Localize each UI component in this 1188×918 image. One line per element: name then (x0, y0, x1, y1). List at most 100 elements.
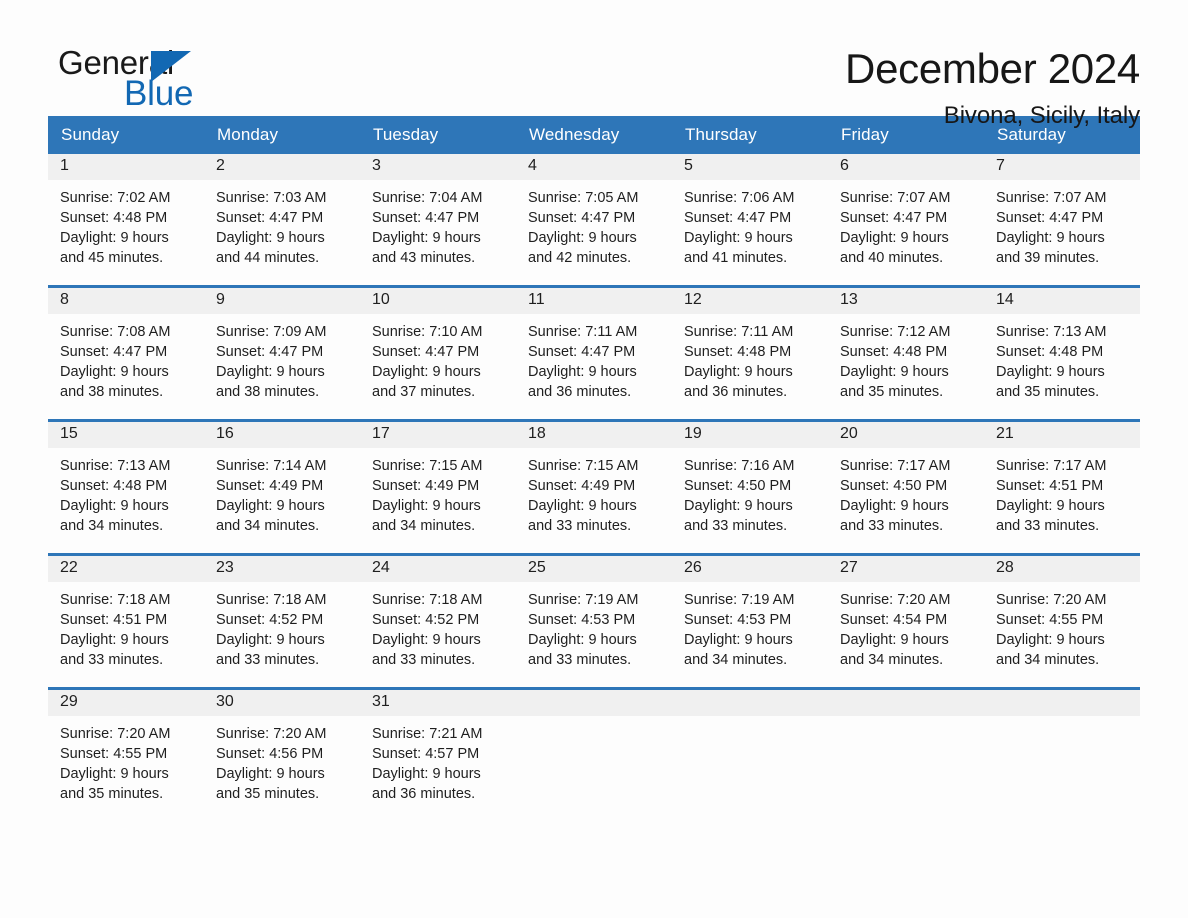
sunset-time: Sunset: 4:47 PM (60, 344, 168, 360)
sunrise-time: Sunrise: 7:19 AM (684, 592, 795, 608)
day-cell-inner: 25 Sunrise: 7:19 AM Sunset: 4:53 PM Dayligh… (516, 556, 672, 687)
calendar-day-cell[interactable]: 14 Sunrise: 7:13 AM Sunset: 4:48 PM Dayligh… (984, 285, 1140, 421)
daylight-duration-line1: Daylight: 9 hours (216, 632, 325, 648)
daylight-duration-line1: Daylight: 9 hours (216, 364, 325, 380)
daylight-duration-line1: Daylight: 9 hours (216, 766, 325, 782)
daylight-duration-line1: Daylight: 9 hours (372, 766, 481, 782)
sunrise-time: Sunrise: 7:07 AM (996, 190, 1107, 206)
calendar-day-cell[interactable]: 26 Sunrise: 7:19 AM Sunset: 4:53 PM Dayligh… (672, 553, 828, 689)
daylight-duration-line1: Daylight: 9 hours (996, 632, 1105, 648)
calendar-day-cell[interactable]: 18 Sunrise: 7:15 AM Sunset: 4:49 PM Dayligh… (516, 419, 672, 555)
sunset-time: Sunset: 4:47 PM (840, 210, 948, 226)
calendar-day-cell[interactable]: 10 Sunrise: 7:10 AM Sunset: 4:47 PM Dayligh… (360, 285, 516, 421)
calendar-day-cell[interactable]: 19 Sunrise: 7:16 AM Sunset: 4:50 PM Dayligh… (672, 419, 828, 555)
sunset-time: Sunset: 4:56 PM (216, 746, 324, 762)
calendar-week-row: 29 Sunrise: 7:20 AM Sunset: 4:55 PM Dayligh… (48, 687, 1140, 821)
sunset-time: Sunset: 4:52 PM (372, 612, 480, 628)
day-cell-details: Sunrise: 7:03 AM Sunset: 4:47 PM Daylight:… (204, 180, 360, 268)
calendar-day-cell[interactable]: 1 Sunrise: 7:02 AM Sunset: 4:48 PM Daylight… (48, 154, 204, 287)
calendar-day-cell[interactable]: 3 Sunrise: 7:04 AM Sunset: 4:47 PM Daylight… (360, 154, 516, 287)
calendar-day-cell[interactable]: 27 Sunrise: 7:20 AM Sunset: 4:54 PM Dayligh… (828, 553, 984, 689)
day-cell-details: Sunrise: 7:07 AM Sunset: 4:47 PM Daylight:… (984, 180, 1140, 268)
day-cell-details (516, 716, 672, 724)
daylight-duration-line2: and 33 minutes. (996, 518, 1100, 534)
daylight-duration-line2: and 33 minutes. (372, 652, 476, 668)
day-cell-inner: 7 Sunrise: 7:07 AM Sunset: 4:47 PM Daylight… (984, 154, 1140, 285)
day-cell-inner: 8 Sunrise: 7:08 AM Sunset: 4:47 PM Daylight… (48, 288, 204, 419)
calendar-day-cell[interactable]: 6 Sunrise: 7:07 AM Sunset: 4:47 PM Daylight… (828, 154, 984, 287)
calendar-day-cell[interactable]: 7 Sunrise: 7:07 AM Sunset: 4:47 PM Daylight… (984, 154, 1140, 287)
day-cell-details: Sunrise: 7:14 AM Sunset: 4:49 PM Daylight:… (204, 448, 360, 536)
calendar-day-cell[interactable]: 4 Sunrise: 7:05 AM Sunset: 4:47 PM Daylight… (516, 154, 672, 287)
sunset-time: Sunset: 4:51 PM (60, 612, 168, 628)
calendar-day-cell[interactable]: 11 Sunrise: 7:11 AM Sunset: 4:47 PM Dayligh… (516, 285, 672, 421)
calendar-day-cell[interactable]: 16 Sunrise: 7:14 AM Sunset: 4:49 PM Dayligh… (204, 419, 360, 555)
day-number: 5 (672, 154, 828, 180)
day-cell-inner: 2 Sunrise: 7:03 AM Sunset: 4:47 PM Daylight… (204, 154, 360, 285)
daylight-duration-line2: and 34 minutes. (684, 652, 788, 668)
sunrise-time: Sunrise: 7:11 AM (684, 324, 794, 340)
sunrise-time: Sunrise: 7:13 AM (996, 324, 1107, 340)
day-number: 7 (984, 154, 1140, 180)
daylight-duration-line2: and 43 minutes. (372, 250, 476, 266)
day-cell-inner: 24 Sunrise: 7:18 AM Sunset: 4:52 PM Dayligh… (360, 556, 516, 687)
day-cell-details: Sunrise: 7:19 AM Sunset: 4:53 PM Daylight:… (516, 582, 672, 670)
calendar-day-cell[interactable]: 2 Sunrise: 7:03 AM Sunset: 4:47 PM Daylight… (204, 154, 360, 287)
daylight-duration-line1: Daylight: 9 hours (216, 498, 325, 514)
daylight-duration-line1: Daylight: 9 hours (216, 230, 325, 246)
calendar-week-row: 22 Sunrise: 7:18 AM Sunset: 4:51 PM Dayligh… (48, 553, 1140, 689)
sunrise-time: Sunrise: 7:18 AM (216, 592, 327, 608)
calendar-day-cell[interactable]: 21 Sunrise: 7:17 AM Sunset: 4:51 PM Dayligh… (984, 419, 1140, 555)
daylight-duration-line2: and 36 minutes. (684, 384, 788, 400)
sunrise-time: Sunrise: 7:20 AM (216, 726, 327, 742)
calendar-day-cell[interactable]: 22 Sunrise: 7:18 AM Sunset: 4:51 PM Dayligh… (48, 553, 204, 689)
sunrise-time: Sunrise: 7:18 AM (60, 592, 171, 608)
daylight-duration-line2: and 33 minutes. (684, 518, 788, 534)
day-cell-details: Sunrise: 7:12 AM Sunset: 4:48 PM Daylight:… (828, 314, 984, 402)
day-number: 14 (984, 288, 1140, 314)
calendar-day-cell[interactable]: 23 Sunrise: 7:18 AM Sunset: 4:52 PM Dayligh… (204, 553, 360, 689)
day-cell-details: Sunrise: 7:18 AM Sunset: 4:51 PM Daylight:… (48, 582, 204, 670)
calendar-day-cell[interactable]: 8 Sunrise: 7:08 AM Sunset: 4:47 PM Daylight… (48, 285, 204, 421)
sunset-time: Sunset: 4:57 PM (372, 746, 480, 762)
sunrise-time: Sunrise: 7:11 AM (528, 324, 638, 340)
calendar-day-cell[interactable]: 9 Sunrise: 7:09 AM Sunset: 4:47 PM Daylight… (204, 285, 360, 421)
calendar-day-cell[interactable]: 13 Sunrise: 7:12 AM Sunset: 4:48 PM Dayligh… (828, 285, 984, 421)
day-cell-inner: 21 Sunrise: 7:17 AM Sunset: 4:51 PM Dayligh… (984, 422, 1140, 553)
calendar-day-cell[interactable]: 30 Sunrise: 7:20 AM Sunset: 4:56 PM Dayligh… (204, 687, 360, 821)
sunset-time: Sunset: 4:48 PM (840, 344, 948, 360)
calendar-day-cell[interactable]: 5 Sunrise: 7:06 AM Sunset: 4:47 PM Daylight… (672, 154, 828, 287)
daylight-duration-line1: Daylight: 9 hours (528, 230, 637, 246)
calendar-day-cell[interactable]: 12 Sunrise: 7:11 AM Sunset: 4:48 PM Dayligh… (672, 285, 828, 421)
calendar-day-cell[interactable]: 28 Sunrise: 7:20 AM Sunset: 4:55 PM Dayligh… (984, 553, 1140, 689)
daylight-duration-line2: and 40 minutes. (840, 250, 944, 266)
calendar-day-cell[interactable]: 20 Sunrise: 7:17 AM Sunset: 4:50 PM Dayligh… (828, 419, 984, 555)
weekday-header-thursday: Thursday (672, 116, 828, 154)
sunrise-time: Sunrise: 7:16 AM (684, 458, 795, 474)
day-cell-inner: 5 Sunrise: 7:06 AM Sunset: 4:47 PM Daylight… (672, 154, 828, 285)
day-cell-details: Sunrise: 7:17 AM Sunset: 4:50 PM Daylight:… (828, 448, 984, 536)
calendar-day-cell[interactable]: 25 Sunrise: 7:19 AM Sunset: 4:53 PM Dayligh… (516, 553, 672, 689)
sunset-time: Sunset: 4:47 PM (372, 210, 480, 226)
calendar-day-cell[interactable]: 31 Sunrise: 7:21 AM Sunset: 4:57 PM Dayligh… (360, 687, 516, 821)
day-cell-inner (828, 690, 984, 821)
calendar-day-cell[interactable]: 29 Sunrise: 7:20 AM Sunset: 4:55 PM Dayligh… (48, 687, 204, 821)
calendar-day-cell[interactable]: 15 Sunrise: 7:13 AM Sunset: 4:48 PM Dayligh… (48, 419, 204, 555)
daylight-duration-line1: Daylight: 9 hours (840, 498, 949, 514)
sunrise-time: Sunrise: 7:10 AM (372, 324, 483, 340)
day-cell-details (672, 716, 828, 724)
sunset-time: Sunset: 4:55 PM (996, 612, 1104, 628)
daylight-duration-line2: and 41 minutes. (684, 250, 788, 266)
day-cell-inner: 15 Sunrise: 7:13 AM Sunset: 4:48 PM Dayligh… (48, 422, 204, 553)
sunset-time: Sunset: 4:48 PM (60, 210, 168, 226)
day-number (672, 690, 828, 716)
day-cell-inner: 14 Sunrise: 7:13 AM Sunset: 4:48 PM Dayligh… (984, 288, 1140, 419)
daylight-duration-line2: and 35 minutes. (216, 786, 320, 802)
calendar-day-cell[interactable]: 17 Sunrise: 7:15 AM Sunset: 4:49 PM Dayligh… (360, 419, 516, 555)
day-cell-details: Sunrise: 7:15 AM Sunset: 4:49 PM Daylight:… (516, 448, 672, 536)
day-cell-inner: 17 Sunrise: 7:15 AM Sunset: 4:49 PM Dayligh… (360, 422, 516, 553)
day-number: 27 (828, 556, 984, 582)
calendar-day-cell[interactable]: 24 Sunrise: 7:18 AM Sunset: 4:52 PM Dayligh… (360, 553, 516, 689)
day-cell-details: Sunrise: 7:15 AM Sunset: 4:49 PM Daylight:… (360, 448, 516, 536)
day-number: 26 (672, 556, 828, 582)
